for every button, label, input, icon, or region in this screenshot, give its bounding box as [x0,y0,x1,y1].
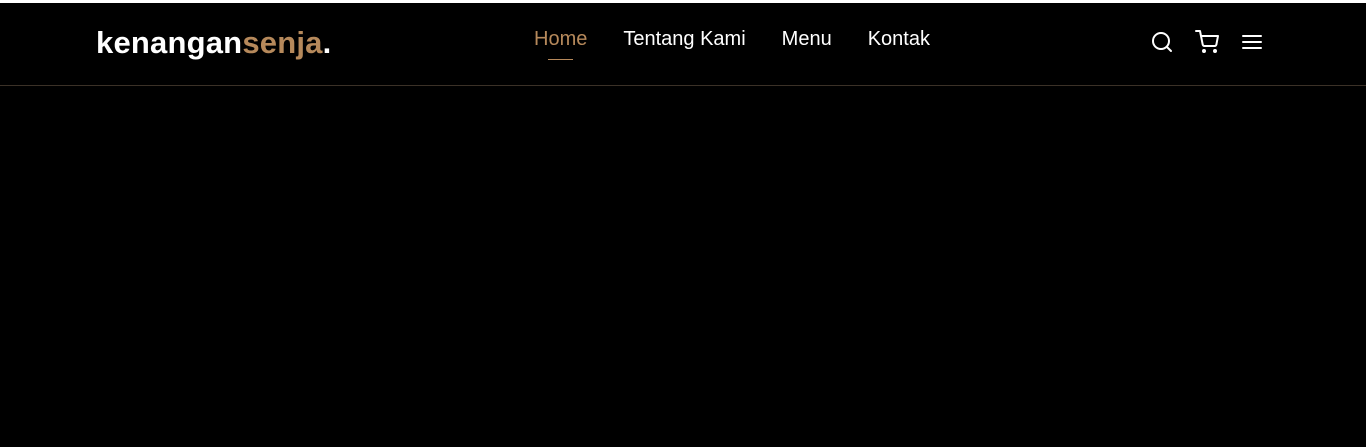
brand-name-accent: senja [242,25,323,60]
nav-link-home[interactable]: Home [534,28,588,60]
nav-link-label: Menu [781,28,832,50]
shopping-cart-icon[interactable] [1195,30,1219,54]
search-icon[interactable] [1150,30,1174,54]
nav-link-kontak[interactable]: Kontak [868,28,930,51]
nav-link-label: Home [534,28,588,50]
brand-name-main: kenangan [96,25,243,60]
page: kenangansenja. Home Tentang Kami Menu Ko… [0,0,1366,447]
nav-icons [1150,30,1264,54]
nav-link-menu[interactable]: Menu [782,28,832,51]
hero-section [0,86,1366,447]
nav-link-label: Kontak [867,28,930,50]
navbar: kenangansenja. Home Tentang Kami Menu Ko… [0,3,1366,86]
brand-logo[interactable]: kenangansenja. [96,25,331,61]
nav-link-label: Tentang Kami [623,28,746,50]
brand-name-suffix: . [322,25,332,60]
hamburger-menu-icon[interactable] [1240,30,1264,54]
nav-links: Home Tentang Kami Menu Kontak [534,28,930,60]
active-underline [548,59,574,60]
nav-link-tentang-kami[interactable]: Tentang Kami [623,28,745,51]
